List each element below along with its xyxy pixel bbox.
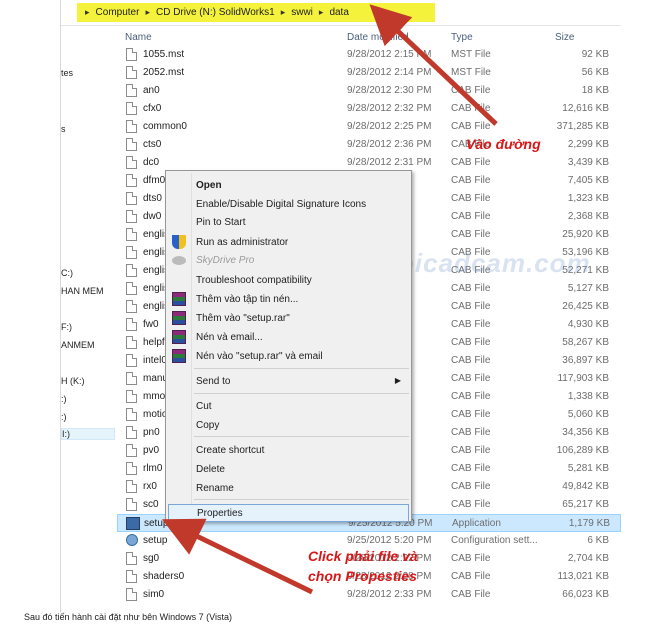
arrow-to-address <box>369 4 498 126</box>
annotation-bottom-line1: Click phải file và <box>308 548 418 564</box>
annotation-top: Vào đường <box>466 136 541 152</box>
annotation-bottom-line2: chọn Propesties <box>308 568 417 584</box>
caption: Sau đó tiến hành cài đặt như bên Windows… <box>24 612 232 622</box>
annotation-arrows <box>162 4 498 595</box>
arrow-to-setup <box>162 518 314 595</box>
